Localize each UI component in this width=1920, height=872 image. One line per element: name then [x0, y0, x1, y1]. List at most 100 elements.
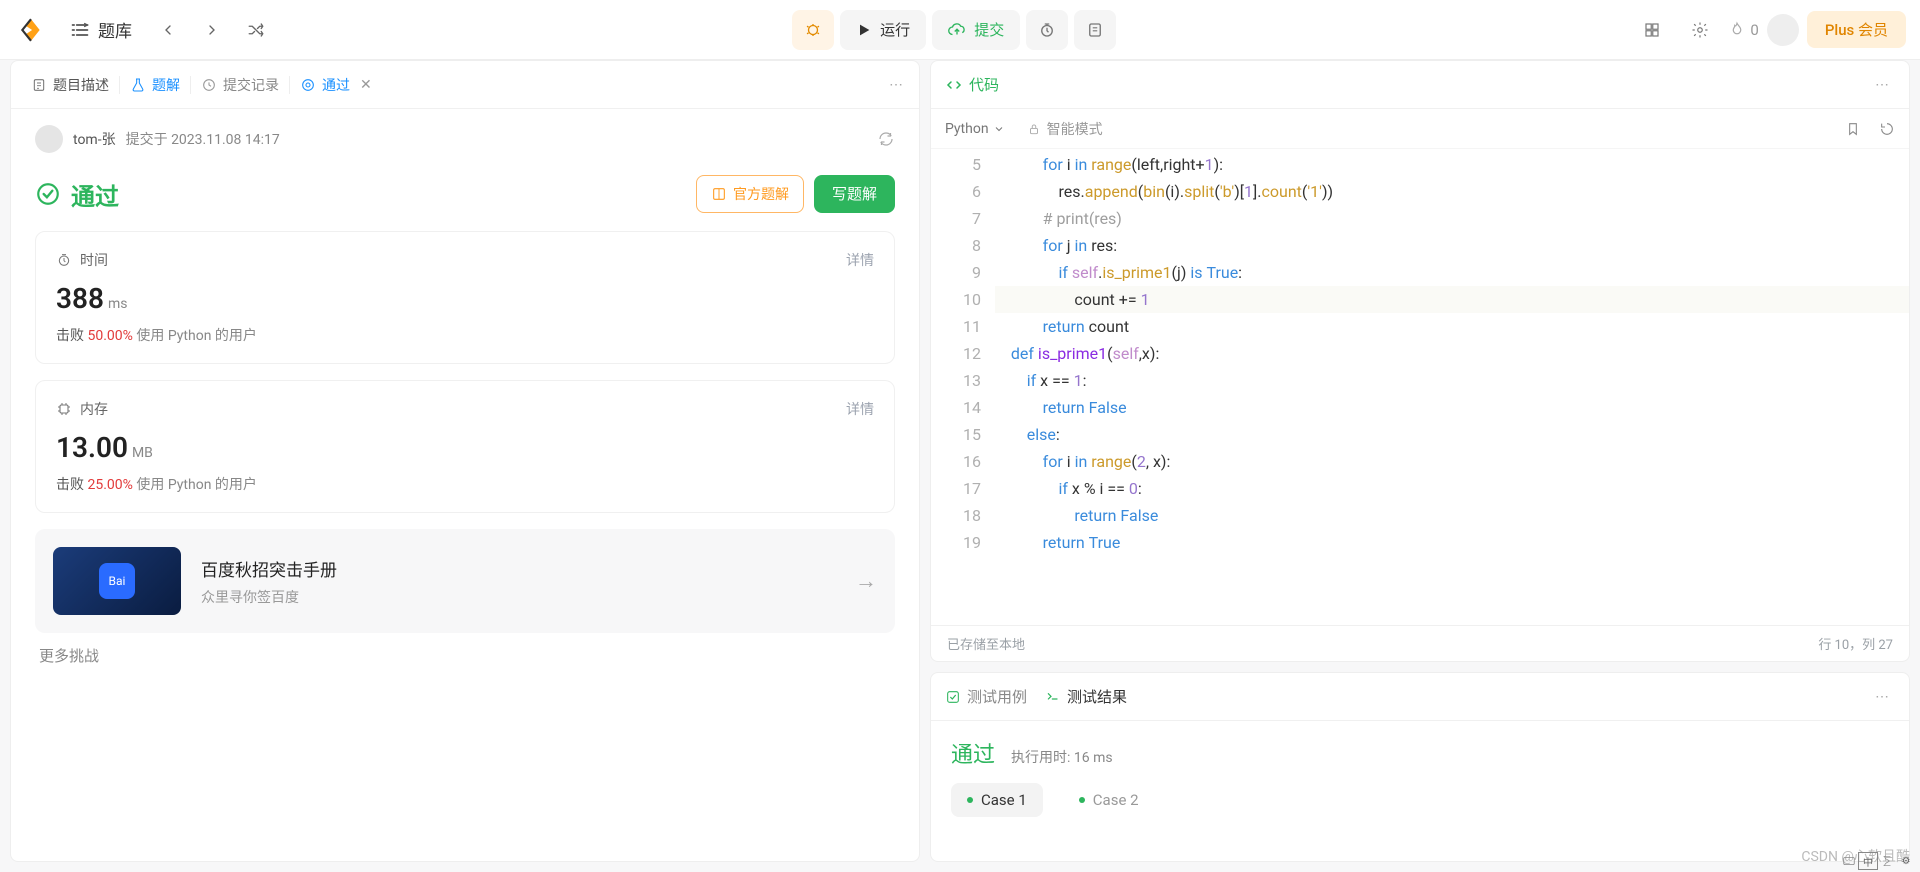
submit-label: 提交: [974, 19, 1004, 40]
fire-icon: [1728, 21, 1746, 39]
test-more-button[interactable]: ⋯: [1869, 683, 1895, 711]
write-solution-button[interactable]: 写题解: [814, 175, 895, 213]
gear-icon: [1691, 21, 1709, 39]
code-header-label: 代码: [945, 74, 999, 95]
code-icon: [945, 76, 963, 94]
ai-mode-toggle[interactable]: 智能模式: [1027, 119, 1103, 139]
avatar: [35, 125, 63, 153]
tray-icon: [1880, 854, 1894, 868]
chip-icon: [56, 401, 72, 417]
tab-description-label: 题目描述: [53, 75, 109, 95]
time-unit: ms: [108, 296, 128, 312]
tab-testresult[interactable]: 测试结果: [1045, 686, 1127, 707]
cursor-position: 行 10，列 27: [1818, 634, 1893, 653]
left-more-button[interactable]: ⋯: [883, 71, 909, 99]
layout-button[interactable]: [1632, 10, 1672, 50]
time-details-button[interactable]: 详情: [846, 250, 874, 270]
code-content[interactable]: for i in range(left,right+1): res.append…: [995, 149, 1909, 625]
submitter-name[interactable]: tom-张: [73, 129, 116, 149]
system-tray: 中 ⚙: [1842, 852, 1916, 870]
user-avatar[interactable]: [1767, 14, 1799, 46]
code-subbar: Python 智能模式: [931, 109, 1909, 149]
terminal-icon: [1045, 689, 1061, 705]
memory-card: 内存 详情 13.00MB 击败 25.00% 使用 Python 的用户: [35, 380, 895, 513]
test-tabs: 测试用例 测试结果 ⋯: [931, 673, 1909, 721]
logo-icon[interactable]: [14, 13, 48, 47]
tab-testcases[interactable]: 测试用例: [945, 686, 1027, 707]
tab-description[interactable]: 题目描述: [21, 61, 119, 108]
problem-list-button[interactable]: 题库: [58, 11, 144, 48]
result-actions: 官方题解 写题解: [696, 175, 895, 213]
notes-button[interactable]: [1074, 10, 1116, 50]
tab-solutions[interactable]: 题解: [120, 61, 190, 108]
bookmark-button[interactable]: [1845, 121, 1861, 137]
tab-passed-label: 通过: [322, 75, 350, 95]
clock-icon: [1038, 21, 1056, 39]
test-pass-label: 通过: [951, 737, 995, 769]
submit-date: 提交于 2023.11.08 14:17: [126, 129, 280, 149]
tab-submissions[interactable]: 提交记录: [191, 61, 289, 108]
streak-display[interactable]: 0: [1728, 21, 1758, 39]
test-runtime: 执行用时: 16 ms: [1011, 747, 1113, 767]
check-circle-icon: [35, 181, 61, 207]
doc-icon: [31, 77, 47, 93]
left-body: tom-张 提交于 2023.11.08 14:17 通过 官方题解: [11, 109, 919, 861]
mem-title: 内存: [80, 399, 108, 419]
code-more-button[interactable]: ⋯: [1869, 71, 1895, 99]
arrow-right-icon: →: [855, 568, 877, 594]
submission-meta: tom-张 提交于 2023.11.08 14:17: [35, 109, 895, 163]
bookmark-icon: [1845, 121, 1861, 137]
result-row: 通过 官方题解 写题解: [35, 163, 895, 231]
prev-problem-button[interactable]: [148, 10, 188, 50]
plus-member-button[interactable]: Plus 会员: [1807, 11, 1906, 48]
promo-image: Bai: [53, 547, 181, 615]
debug-button[interactable]: [792, 10, 834, 50]
submit-button[interactable]: 提交: [932, 10, 1020, 50]
case-chips: Case 1 Case 2: [951, 783, 1889, 817]
mem-details-button[interactable]: 详情: [846, 399, 874, 419]
code-pane: 代码 ⋯ Python 智能模式: [930, 60, 1910, 662]
code-editor[interactable]: 5678910111213141516171819 for i in range…: [931, 149, 1909, 625]
grid-icon: [1643, 21, 1661, 39]
run-button[interactable]: 运行: [840, 10, 926, 50]
close-icon[interactable]: ✕: [360, 77, 372, 93]
time-card: 时间 详情 388ms 击败 50.00% 使用 Python 的用户: [35, 231, 895, 364]
target-icon: [300, 77, 316, 93]
right-column: 代码 ⋯ Python 智能模式: [930, 60, 1910, 862]
official-solution-button[interactable]: 官方题解: [696, 175, 804, 213]
tab-solutions-label: 题解: [152, 75, 180, 95]
app-root: 题库 运行 提交 0: [0, 0, 1920, 872]
test-pane: 测试用例 测试结果 ⋯ 通过 执行用时: 16 ms Case 1 Case 2: [930, 672, 1910, 862]
save-status: 已存储至本地: [947, 634, 1025, 653]
play-icon: [856, 22, 872, 38]
ime-indicator[interactable]: 中: [1858, 852, 1878, 870]
more-challenges-label: 更多挑战: [35, 633, 895, 678]
note-icon: [1086, 21, 1104, 39]
settings-button[interactable]: [1680, 10, 1720, 50]
left-pane: 题目描述 题解 提交记录 通过 ✕ ⋯: [10, 60, 920, 862]
line-gutter: 5678910111213141516171819: [931, 149, 995, 625]
topbar-right: 0 Plus 会员: [1632, 10, 1906, 50]
case-chip[interactable]: Case 1: [951, 783, 1043, 817]
list-icon: [70, 20, 90, 40]
shuffle-button[interactable]: [236, 10, 276, 50]
time-percent: 50.00%: [87, 328, 132, 344]
time-title: 时间: [80, 250, 108, 270]
language-select[interactable]: Python: [945, 121, 1005, 137]
refresh-button[interactable]: [877, 130, 895, 148]
history-icon: [201, 77, 217, 93]
tab-passed[interactable]: 通过 ✕: [290, 61, 382, 108]
check-square-icon: [945, 689, 961, 705]
test-body: 通过 执行用时: 16 ms Case 1 Case 2: [931, 721, 1909, 833]
book-icon: [711, 186, 727, 202]
run-label: 运行: [880, 19, 910, 40]
mem-percent: 25.00%: [87, 477, 132, 493]
next-problem-button[interactable]: [192, 10, 232, 50]
promo-card[interactable]: Bai 百度秋招突击手册 众里寻你签百度 →: [35, 529, 895, 633]
case-chip[interactable]: Case 2: [1063, 783, 1155, 817]
time-value: 388: [56, 282, 104, 315]
refresh-icon: [877, 130, 895, 148]
reset-code-button[interactable]: [1879, 121, 1895, 137]
promo-title: 百度秋招突击手册: [201, 556, 835, 581]
timer-button[interactable]: [1026, 10, 1068, 50]
